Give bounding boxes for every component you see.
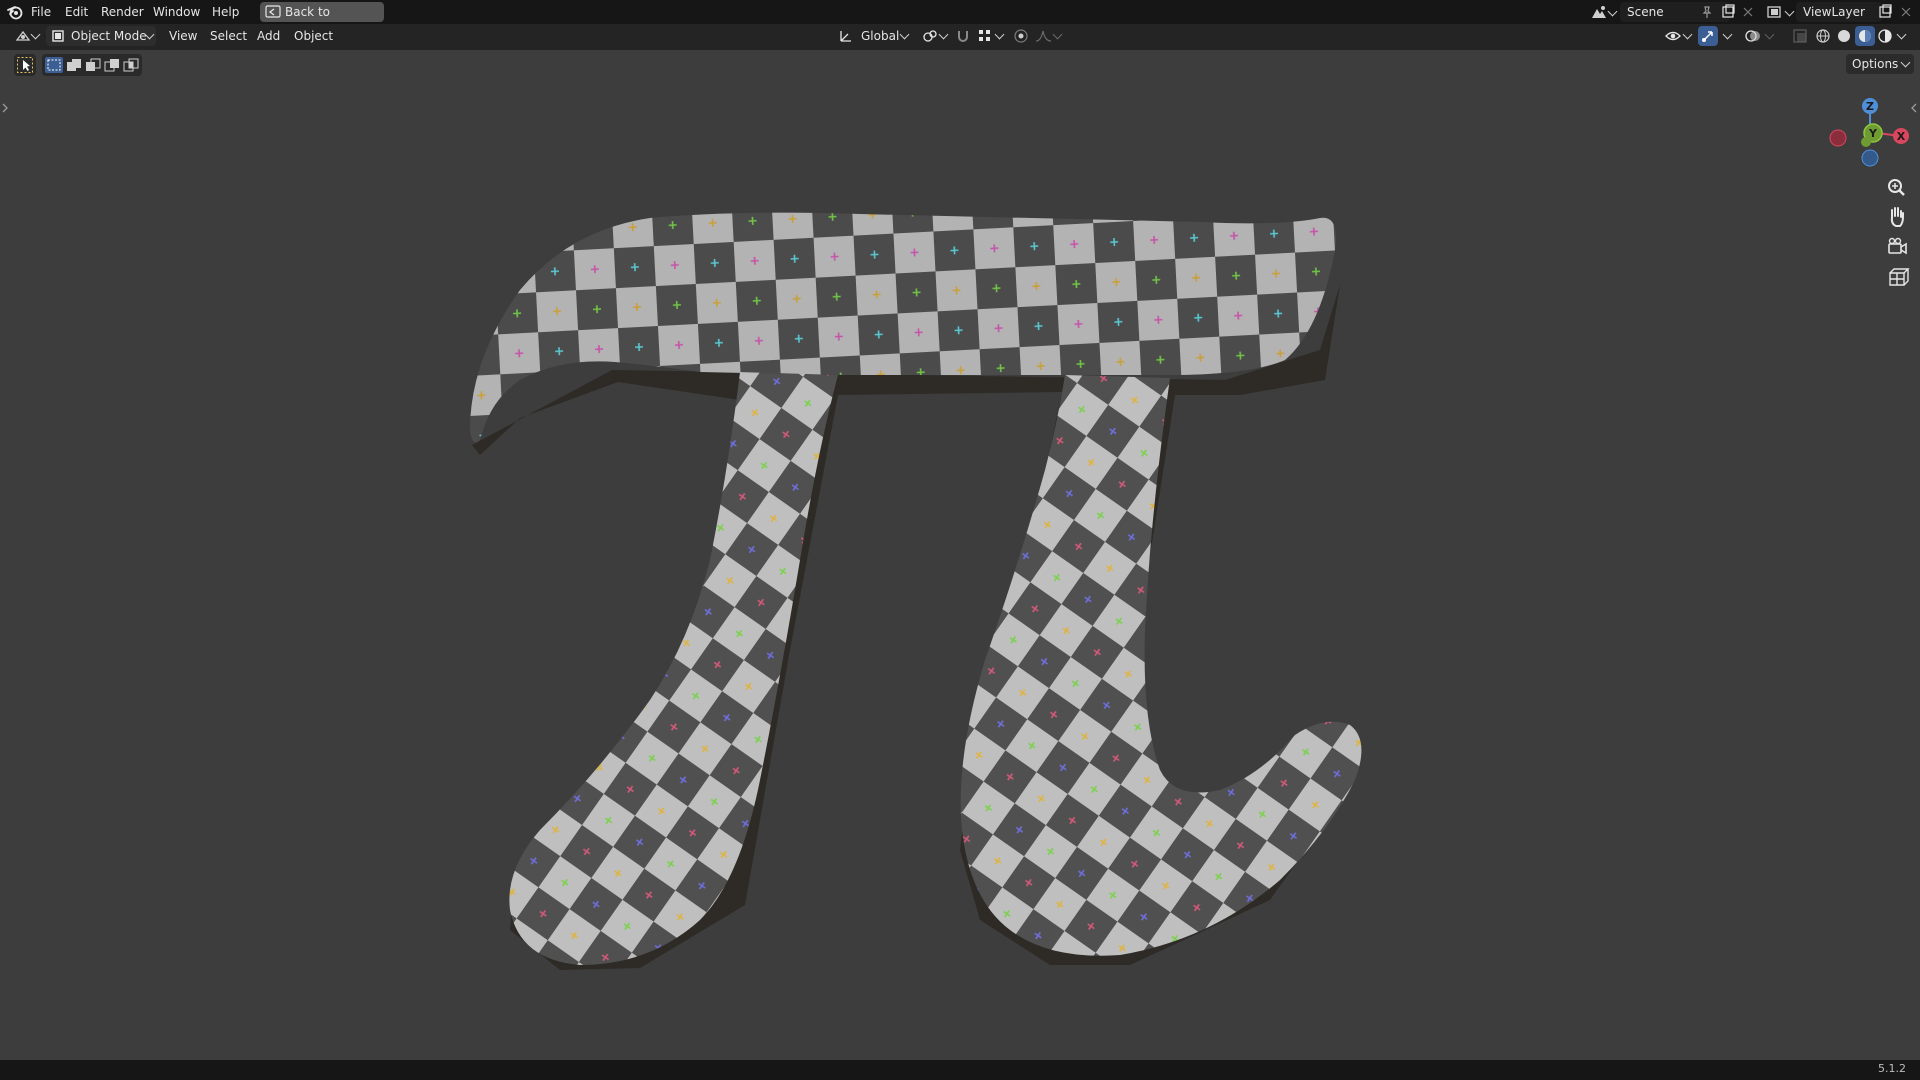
snap-target-icon[interactable] [977, 28, 993, 44]
menu-window[interactable]: Window [153, 0, 200, 24]
viewport-header: Object Mode View Select Add Object Globa… [0, 24, 1920, 50]
shading-material-icon [1859, 30, 1871, 42]
object-mode-icon [52, 30, 64, 42]
gizmo-chevron-icon [1722, 29, 1733, 40]
overlays-chevron-icon [1764, 29, 1775, 40]
pin-icon[interactable] [1700, 5, 1714, 19]
header-menu-object[interactable]: Object [294, 25, 333, 47]
shading-wireframe-icon[interactable] [1815, 28, 1831, 44]
editor-type-icon[interactable] [14, 28, 32, 44]
blender-logo-icon[interactable] [6, 3, 24, 21]
back-to-previous-button[interactable]: Back to Previous [260, 2, 384, 39]
new-view-layer-icon[interactable] [1877, 4, 1893, 20]
gizmo-toggle-icon [1702, 31, 1713, 42]
status-bar [0, 1060, 1920, 1080]
menu-edit[interactable]: Edit [65, 0, 88, 24]
view-layer-chevron-icon [1784, 6, 1795, 17]
close-scene-icon[interactable] [1742, 6, 1754, 18]
overlays-icon[interactable] [1744, 28, 1762, 44]
version-label: 5.1.2 [1878, 1062, 1906, 1075]
xray-toggle-icon[interactable] [1792, 28, 1808, 44]
header-menu-select[interactable]: Select [210, 25, 247, 47]
pivot-point-icon[interactable] [922, 28, 938, 44]
header-menu-add[interactable]: Add [257, 25, 280, 47]
view-layer-name: ViewLayer [1803, 5, 1865, 19]
3d-viewport[interactable]: Options Z X Y [0, 50, 1920, 1060]
menu-render[interactable]: Render [101, 0, 144, 24]
falloff-icon[interactable] [1034, 28, 1054, 44]
scene-icon[interactable] [1590, 4, 1608, 20]
shading-rendered-icon[interactable] [1877, 28, 1893, 44]
object-mode-label: Object Mode [71, 29, 147, 43]
snap-toggle-icon[interactable] [955, 28, 971, 44]
close-view-layer-icon[interactable] [1900, 6, 1912, 18]
menu-help[interactable]: Help [212, 0, 239, 24]
transform-orientation-chevron-icon [899, 29, 910, 40]
menu-file[interactable]: File [31, 0, 51, 24]
transform-orientation-label[interactable]: Global [861, 25, 899, 47]
scene-name: Scene [1627, 5, 1664, 19]
visibility-chevron-icon [1682, 29, 1693, 40]
shading-chevron-icon [1896, 29, 1907, 40]
pi-mesh-object[interactable] [0, 50, 1920, 1060]
screen-back-icon [265, 5, 281, 18]
pivot-chevron-icon [938, 29, 949, 40]
falloff-chevron-icon [1052, 29, 1063, 40]
shading-solid-icon[interactable] [1836, 28, 1852, 44]
editor-type-chevron-icon [30, 29, 41, 40]
header-menu-view[interactable]: View [169, 25, 197, 47]
scene-chevron-icon [1607, 6, 1618, 17]
object-visibility-icon[interactable] [1664, 28, 1682, 44]
view-layer-icon[interactable] [1766, 4, 1784, 20]
snap-chevron-icon [994, 29, 1005, 40]
transform-orientation-icon[interactable] [838, 28, 854, 44]
top-menubar: File Edit Render Window Help Back to Pre… [0, 0, 1920, 39]
new-scene-icon[interactable] [1720, 4, 1736, 20]
proportional-editing-icon[interactable] [1013, 28, 1029, 44]
